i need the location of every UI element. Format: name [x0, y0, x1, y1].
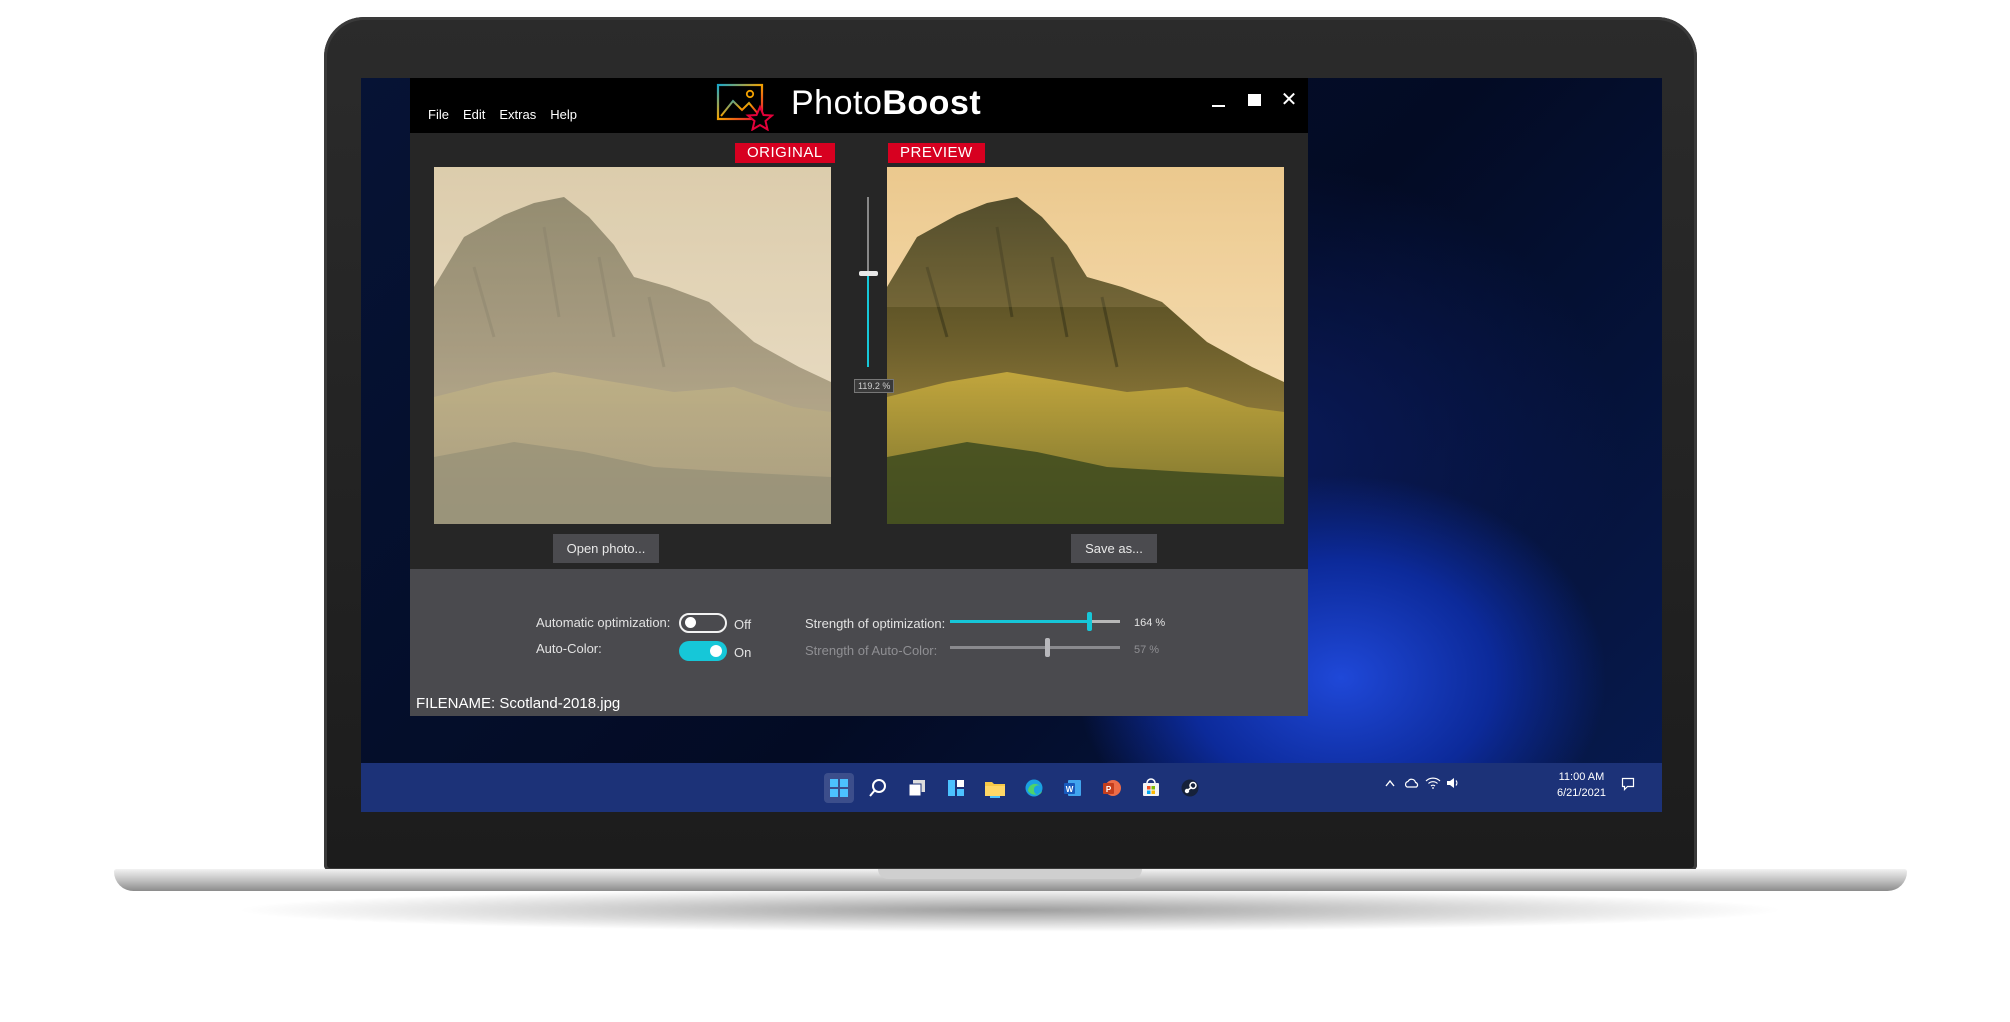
taskbar-clock[interactable]: 11:00 AM 6/21/2021 — [1557, 769, 1606, 801]
vertical-slider-value: 119.2 % — [854, 379, 895, 393]
title-bar: File Edit Extras Help PhotoBoost ✕ — [410, 78, 1308, 133]
app-title-regular: Photo — [791, 84, 883, 122]
comparison-area: ORIGINAL PREVIEW 119.2 % Open photo... S… — [410, 133, 1308, 569]
strength-auto-color-slider[interactable] — [950, 637, 1120, 657]
volume-icon[interactable] — [1446, 777, 1460, 792]
open-photo-button[interactable]: Open photo... — [553, 534, 659, 563]
preview-photo — [887, 167, 1284, 524]
menu-extras[interactable]: Extras — [499, 107, 536, 122]
auto-color-label: Auto-Color: — [536, 641, 602, 656]
toggle-knob — [710, 645, 722, 657]
onedrive-icon[interactable] — [1404, 777, 1420, 791]
menu-file[interactable]: File — [428, 107, 449, 122]
auto-color-state: On — [734, 645, 752, 660]
vertical-slider-fill — [867, 273, 869, 367]
original-label: ORIGINAL — [735, 143, 835, 163]
word-icon[interactable]: W — [1058, 773, 1088, 803]
strength-optimization-slider[interactable] — [950, 611, 1120, 631]
menu-bar: File Edit Extras Help — [428, 107, 577, 122]
store-icon[interactable] — [1136, 773, 1166, 803]
toggle-knob — [685, 617, 696, 628]
powerpoint-icon[interactable]: P — [1097, 773, 1127, 803]
settings-panel: Automatic optimization: Off Auto-Color: … — [410, 569, 1308, 716]
edge-icon[interactable] — [1019, 773, 1049, 803]
auto-optimization-toggle[interactable] — [679, 613, 727, 633]
svg-text:P: P — [1106, 785, 1112, 794]
app-title-bold: Boost — [882, 84, 982, 122]
laptop-shadow — [230, 888, 1790, 932]
maximize-button[interactable] — [1241, 87, 1267, 113]
app-title: PhotoBoost — [791, 84, 981, 123]
clock-date: 6/21/2021 — [1557, 787, 1606, 799]
filename-status: FILENAME: Scotland-2018.jpg — [416, 695, 621, 712]
laptop-stage: File Edit Extras Help PhotoBoost ✕ ORIGI… — [0, 0, 2010, 1022]
photoboost-window: File Edit Extras Help PhotoBoost ✕ ORIGI… — [410, 78, 1308, 716]
windows-taskbar: W P 11:00 AM 6/21/2021 — [361, 763, 1662, 812]
strength-optimization-label: Strength of optimization: — [805, 616, 946, 631]
search-icon[interactable] — [863, 773, 893, 803]
close-button[interactable]: ✕ — [1276, 87, 1302, 113]
widgets-icon[interactable] — [941, 773, 971, 803]
slider-thumb[interactable] — [1087, 612, 1092, 631]
strength-auto-color-label: Strength of Auto-Color: — [805, 643, 938, 658]
svg-text:W: W — [1066, 785, 1074, 794]
auto-optimization-state: Off — [734, 617, 752, 632]
minimize-button[interactable] — [1206, 87, 1232, 113]
slider-fill — [950, 620, 1089, 623]
menu-edit[interactable]: Edit — [463, 107, 485, 122]
compare-vertical-slider[interactable]: 119.2 % — [853, 197, 895, 427]
auto-color-toggle[interactable] — [679, 641, 727, 661]
auto-optimization-label: Automatic optimization: — [536, 615, 671, 630]
chevron-up-icon[interactable] — [1384, 777, 1396, 791]
original-photo — [434, 167, 831, 524]
menu-help[interactable]: Help — [550, 107, 577, 122]
wifi-icon[interactable] — [1425, 777, 1441, 792]
laptop-base-notch — [878, 869, 1142, 879]
task-view-icon[interactable] — [902, 773, 932, 803]
strength-auto-color-value: 57 % — [1134, 644, 1160, 656]
notification-icon[interactable] — [1621, 777, 1635, 794]
file-explorer-icon[interactable] — [980, 773, 1010, 803]
clock-time: 11:00 AM — [1558, 771, 1605, 783]
minimize-icon — [1212, 105, 1225, 107]
close-icon: ✕ — [1280, 89, 1298, 111]
strength-optimization-value: 164 % — [1134, 617, 1166, 629]
maximize-icon — [1248, 94, 1261, 106]
slider-track — [950, 646, 1120, 649]
steam-icon[interactable] — [1175, 773, 1205, 803]
slider-thumb[interactable] — [1045, 638, 1050, 657]
preview-label: PREVIEW — [888, 143, 985, 163]
windows-start-icon[interactable] — [824, 773, 854, 803]
desktop-screen: File Edit Extras Help PhotoBoost ✕ ORIGI… — [361, 78, 1662, 812]
photoboost-logo-icon — [716, 83, 774, 131]
save-as-button[interactable]: Save as... — [1071, 534, 1157, 563]
vertical-slider-thumb[interactable] — [859, 271, 878, 276]
